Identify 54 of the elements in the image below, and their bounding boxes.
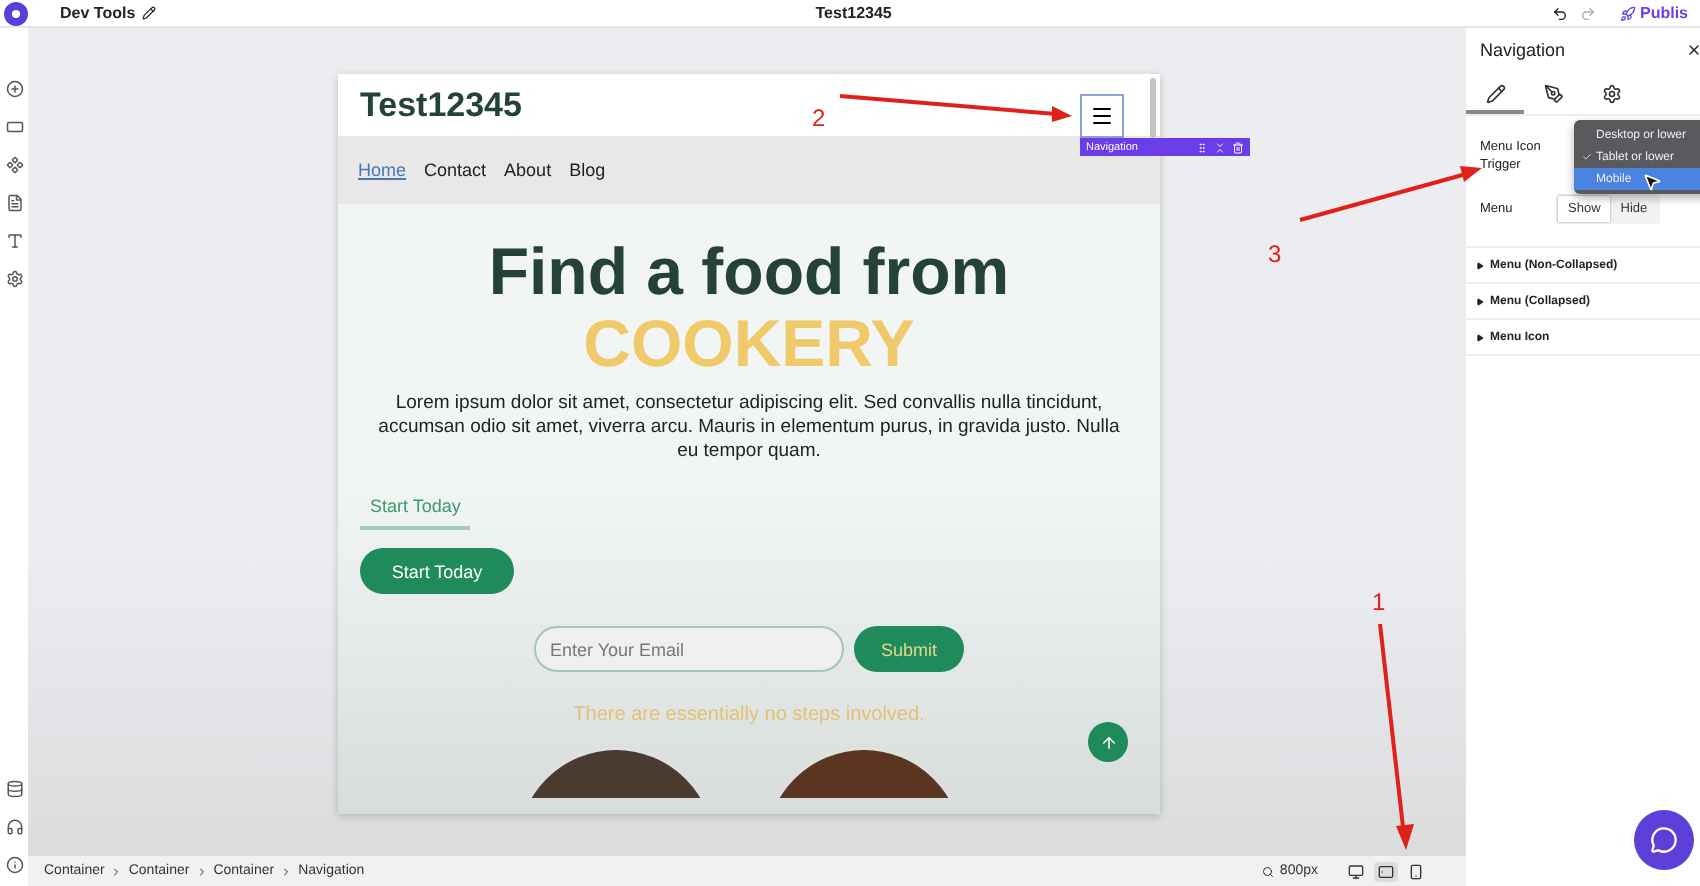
site-title: Test12345 xyxy=(360,85,522,125)
nav-link[interactable]: Contact xyxy=(424,160,487,180)
email-field[interactable]: Enter Your Email xyxy=(534,626,844,672)
search-icon xyxy=(1261,865,1274,877)
publish-button[interactable]: Publis xyxy=(1620,4,1689,22)
database-icon[interactable] xyxy=(5,780,23,798)
start-button[interactable]: Start Today xyxy=(360,548,514,594)
check-icon xyxy=(1582,152,1592,162)
note-text: There are essentially no steps involved. xyxy=(573,704,925,726)
chevron-icon xyxy=(110,865,123,877)
pen-icon xyxy=(1543,84,1563,104)
chat-button[interactable] xyxy=(1634,810,1694,870)
rectangle-icon[interactable] xyxy=(5,118,23,136)
text-icon[interactable] xyxy=(5,232,23,250)
scrollbar[interactable] xyxy=(1150,78,1156,138)
tablet-icon xyxy=(1378,863,1394,879)
nav-link[interactable]: Blog xyxy=(569,160,606,180)
hero-heading: Find a food from xyxy=(488,236,1010,308)
menu-button[interactable] xyxy=(1080,93,1124,137)
tablet-view-button[interactable] xyxy=(1374,861,1398,881)
headset-icon[interactable] xyxy=(5,818,23,836)
hero-paragraph: Lorem ipsum dolor sit amet, consectetur adipiscing elit. Sed convallis nulla tincidunt, accumsan odio sit amet, viverra arcu. Mauris in elementum purus, in gravida justo. Nulla eu tempor quam. xyxy=(377,392,1121,464)
pencil-icon xyxy=(1485,84,1505,104)
component-icon[interactable] xyxy=(5,156,23,174)
chevron-icon xyxy=(280,865,293,877)
app-title: Dev Tools xyxy=(60,4,136,22)
hero-accent-heading: COOKERY xyxy=(583,308,915,380)
undo-icon[interactable] xyxy=(1552,5,1568,21)
nav-link[interactable]: Home xyxy=(358,160,407,180)
scroll-top-button[interactable] xyxy=(1088,722,1128,762)
document-icon[interactable] xyxy=(5,194,23,212)
monitor-icon xyxy=(1348,863,1364,879)
edit-icon[interactable] xyxy=(141,6,156,20)
close-icon[interactable] xyxy=(1686,42,1700,58)
phone-icon xyxy=(1408,863,1424,879)
menu-icon xyxy=(1090,103,1114,127)
nav-link[interactable]: About xyxy=(504,160,552,180)
chat-icon xyxy=(1650,826,1678,854)
page-title: Test12345 xyxy=(815,4,892,22)
cursor-icon xyxy=(1642,172,1662,192)
desktop-view-button[interactable] xyxy=(1344,861,1368,881)
add-icon[interactable] xyxy=(5,80,23,98)
arrow-up-icon xyxy=(1099,733,1117,751)
annotation-number: 2 xyxy=(812,104,826,132)
annotation-number: 1 xyxy=(1372,588,1386,616)
info-icon[interactable] xyxy=(5,856,23,874)
rocket-icon xyxy=(1620,5,1636,21)
settings-icon xyxy=(1601,84,1621,104)
chevron-icon xyxy=(195,865,208,877)
trash-icon[interactable] xyxy=(1232,141,1244,153)
annotation-number: 3 xyxy=(1268,240,1282,268)
collapse-icon[interactable] xyxy=(1214,141,1226,153)
settings-icon[interactable] xyxy=(5,270,23,288)
panel-title: Navigation xyxy=(1480,40,1566,60)
